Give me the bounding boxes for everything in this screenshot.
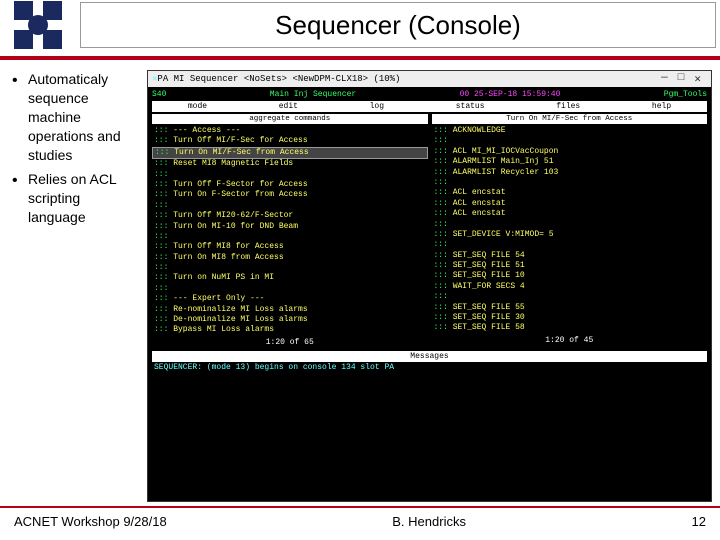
pane-line[interactable]: ::: Turn Off MI8 for Access <box>152 242 428 252</box>
pane-line[interactable]: ::: Turn On MI8 from Access <box>152 253 428 263</box>
slide-title-bar: Sequencer (Console) <box>80 2 716 48</box>
footer-center: B. Hendricks <box>392 514 466 529</box>
pane-line[interactable]: ::: Re-nominalize MI Loss alarms <box>152 305 428 315</box>
menu-bar: mode edit log status files help <box>152 101 707 112</box>
pane-line[interactable]: ::: Turn on NuMI PS in MI <box>152 273 428 283</box>
left-counter: 1:20 of 65 <box>152 338 428 347</box>
terminal-screenshot: ✕ PA MI Sequencer <NoSets> <NewDPM-CLX18… <box>147 70 712 502</box>
pane-line[interactable]: ::: SET_SEQ FILE 51 <box>432 261 708 271</box>
pane-line[interactable]: ::: ACKNOWLEDGE <box>432 126 708 136</box>
slide-title: Sequencer (Console) <box>275 10 521 41</box>
pane-line[interactable]: ::: ACL MI_MI_IOCVacCoupon <box>432 147 708 157</box>
pane-line[interactable]: ::: <box>432 220 708 230</box>
footer-page-number: 12 <box>692 514 706 529</box>
menu-mode[interactable]: mode <box>184 102 211 111</box>
pane-line[interactable]: ::: ACL encstat <box>432 199 708 209</box>
pane-line[interactable]: ::: Turn Off F-Sector for Access <box>152 180 428 190</box>
menu-log[interactable]: log <box>366 102 388 111</box>
message-line: SEQUENCER: (mode 13) begins on console 1… <box>152 362 707 373</box>
pane-line[interactable]: ::: Turn Off MI20-62/F-Sector <box>152 211 428 221</box>
pane-line[interactable]: ::: <box>432 240 708 250</box>
pane-line[interactable]: ::: SET_SEQ FILE 54 <box>432 251 708 261</box>
menu-files[interactable]: files <box>552 102 584 111</box>
pane-line[interactable]: ::: Reset MI8 Magnetic Fields <box>152 159 428 169</box>
pane-line[interactable]: ::: Turn Off MI/F-Sec for Access <box>152 136 428 146</box>
pane-line[interactable]: ::: --- Access --- <box>152 126 428 136</box>
menu-edit[interactable]: edit <box>275 102 302 111</box>
menu-help[interactable]: help <box>648 102 675 111</box>
pane-line[interactable]: ::: <box>432 292 708 302</box>
pane-line[interactable]: ::: SET_SEQ FILE 55 <box>432 303 708 313</box>
menu-status[interactable]: status <box>452 102 489 111</box>
right-counter: 1:20 of 45 <box>432 336 708 345</box>
logo <box>0 0 75 50</box>
pane-line[interactable]: ::: De-nominalize MI Loss alarms <box>152 315 428 325</box>
pane-line[interactable]: ::: <box>152 201 428 211</box>
pane-line[interactable]: ::: <box>152 232 428 242</box>
pane-line[interactable]: ::: Bypass MI Loss alarms <box>152 325 428 335</box>
pane-line[interactable]: ::: SET_DEVICE V:MIMOD= 5 <box>432 230 708 240</box>
app-id: S40 <box>152 90 166 99</box>
content-area: Automaticaly sequence machine operations… <box>12 70 712 502</box>
message-area: Messages SEQUENCER: (mode 13) begins on … <box>152 351 707 373</box>
right-pane-title: Turn On MI/F-Sec from Access <box>432 114 708 124</box>
pane-line[interactable]: ::: Turn On MI-10 for DND Beam <box>152 222 428 232</box>
pane-line[interactable]: ::: <box>152 284 428 294</box>
status-line: S40 Main Inj Sequencer 00 25-SEP-18 15:5… <box>152 89 707 100</box>
pane-line[interactable]: ::: <box>432 136 708 146</box>
footer-left: ACNET Workshop 9/28/18 <box>14 514 167 529</box>
window-title: PA MI Sequencer <NoSets> <NewDPM-CLX18> … <box>157 74 661 84</box>
pane-line[interactable]: ::: SET_SEQ FILE 10 <box>432 271 708 281</box>
bullet-item: Relies on ACL scripting language <box>12 170 141 227</box>
minimize-icon[interactable]: — <box>661 72 668 86</box>
left-pane-title: aggregate commands <box>152 114 428 124</box>
app-name: Main Inj Sequencer <box>270 90 356 99</box>
divider-top <box>0 56 720 60</box>
clock: 00 25-SEP-18 15:59:40 <box>460 90 561 99</box>
close-icon[interactable]: ✕ <box>694 72 701 86</box>
pane-line[interactable]: ::: SET_SEQ FILE 30 <box>432 313 708 323</box>
pane-line[interactable]: ::: Turn On MI/F-Sec from Access <box>152 147 428 159</box>
pane-line[interactable]: ::: SET_SEQ FILE 58 <box>432 323 708 333</box>
window-titlebar: ✕ PA MI Sequencer <NoSets> <NewDPM-CLX18… <box>148 71 711 87</box>
tool-hint: Pgm_Tools <box>664 90 707 99</box>
pane-line[interactable]: ::: <box>152 170 428 180</box>
right-pane: Turn On MI/F-Sec from Access ::: ACKNOWL… <box>432 114 708 347</box>
footer: ACNET Workshop 9/28/18 B. Hendricks 12 <box>0 506 720 540</box>
pane-line[interactable]: ::: WAIT_FOR SECS 4 <box>432 282 708 292</box>
bullet-list: Automaticaly sequence machine operations… <box>12 70 147 502</box>
bullet-item: Automaticaly sequence machine operations… <box>12 70 141 164</box>
maximize-icon[interactable]: □ <box>678 72 685 86</box>
pane-line[interactable]: ::: --- Expert Only --- <box>152 294 428 304</box>
pane-line[interactable]: ::: ALARMLIST Recycler 103 <box>432 168 708 178</box>
message-title: Messages <box>152 351 707 362</box>
pane-line[interactable]: ::: <box>152 263 428 273</box>
pane-line[interactable]: ::: Turn On F-Sector from Access <box>152 190 428 200</box>
left-pane: aggregate commands ::: --- Access ---:::… <box>152 114 428 347</box>
pane-line[interactable]: ::: ACL encstat <box>432 209 708 219</box>
pane-line[interactable]: ::: ACL encstat <box>432 188 708 198</box>
pane-line[interactable]: ::: <box>432 178 708 188</box>
pane-line[interactable]: ::: ALARMLIST Main_Inj 51 <box>432 157 708 167</box>
